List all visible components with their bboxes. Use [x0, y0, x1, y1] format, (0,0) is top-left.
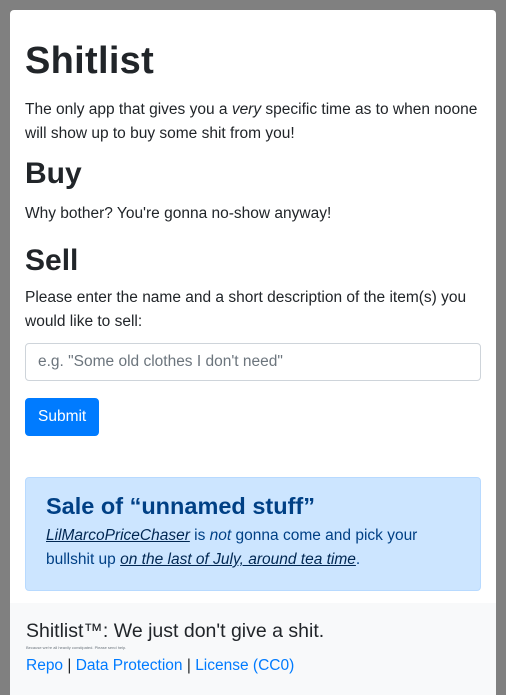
link-separator: | — [182, 657, 196, 674]
sale-text-not: not — [209, 527, 232, 544]
pickup-time-link[interactable]: on the last of July, around tea time — [120, 551, 356, 568]
sale-text-is: is — [189, 527, 210, 544]
sell-prompt: Please enter the name and a short descri… — [25, 289, 467, 330]
link-separator: | — [63, 657, 76, 674]
buyer-link[interactable]: LilMarcoPriceChaser — [46, 527, 190, 544]
main-content: Shitlist The only app that gives you a v… — [10, 39, 496, 591]
tagline-emphasis: very — [231, 101, 262, 118]
data-protection-link[interactable]: Data Protection — [76, 657, 183, 674]
sale-text-end: . — [355, 551, 361, 568]
sale-result-alert: Sale of “unnamed stuff” LilMarcoPriceCha… — [25, 477, 481, 591]
sale-message: LilMarcoPriceChaser is not gonna come an… — [46, 524, 460, 572]
sell-heading: Sell — [25, 244, 79, 277]
footer-fineprint: Because we're all heavily constipated. P… — [26, 645, 127, 650]
tagline-start: The only app that gives you a — [25, 101, 232, 118]
footer: Shitlist™: We just don't give a shit. Be… — [10, 603, 496, 695]
app-card: Shitlist The only app that gives you a v… — [10, 10, 496, 695]
sale-title: Sale of “unnamed stuff” — [46, 493, 315, 519]
item-description-input[interactable] — [25, 343, 481, 381]
buy-heading: Buy — [25, 157, 82, 190]
license-link[interactable]: License (CC0) — [195, 657, 294, 674]
buy-text: Why bother? You're gonna no-show anyway! — [25, 205, 332, 222]
tagline: The only app that gives you a very speci… — [25, 98, 481, 146]
footer-links: Repo | Data Protection | License (CC0) — [26, 654, 480, 678]
repo-link[interactable]: Repo — [26, 657, 63, 674]
app-title: Shitlist — [25, 40, 155, 82]
submit-button[interactable]: Submit — [25, 398, 100, 436]
footer-slogan: Shitlist™: We just don't give a shit. — [26, 620, 325, 642]
